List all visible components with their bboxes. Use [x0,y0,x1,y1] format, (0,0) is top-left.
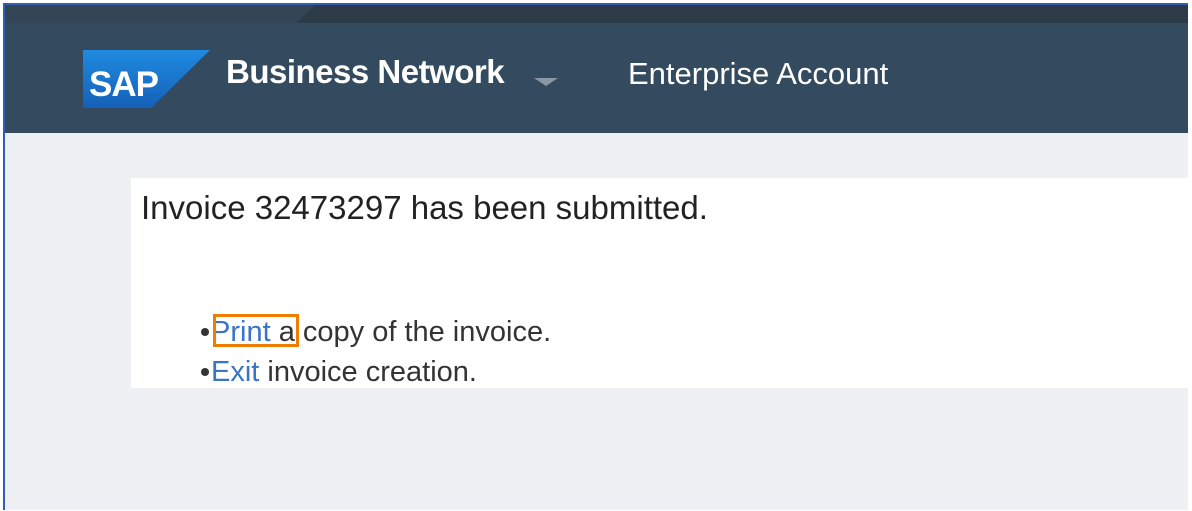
bullet-icon [201,368,209,376]
exit-link[interactable]: Exit [211,356,259,388]
page-title: Invoice 32473297 has been submitted. [141,189,708,226]
chevron-down-icon[interactable] [534,78,558,86]
exit-description: invoice creation. [259,356,477,388]
print-link[interactable]: Print [211,316,271,348]
print-description: a copy of the invoice. [270,316,552,348]
top-strip [5,5,1188,23]
browser-viewport: SAP Business Network Enterprise Account … [3,3,1188,510]
top-strip-tab [5,5,315,23]
bullet-icon [201,328,209,336]
app-header: SAP Business Network Enterprise Account [5,23,1188,133]
brand-name[interactable]: Business Network [226,53,505,91]
logo-text: SAP [89,65,159,104]
account-label[interactable]: Enterprise Account [628,56,888,92]
sap-logo-icon[interactable]: SAP [83,50,210,108]
submission-panel: Invoice 32473297 has been submitted. Pri… [131,178,1188,388]
